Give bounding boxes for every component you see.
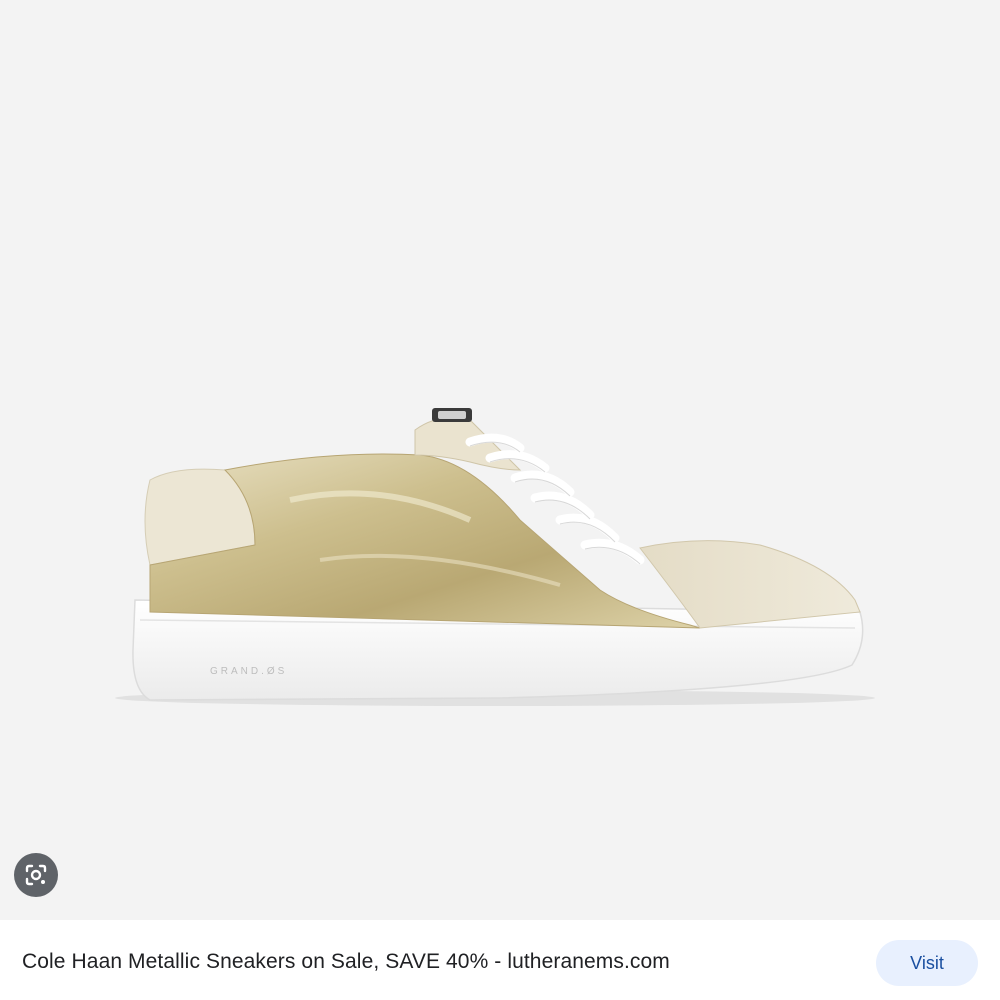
result-caption-bar: Cole Haan Metallic Sneakers on Sale, SAV…	[0, 920, 1000, 1000]
sole-brand-mark: GRAND.ØS	[210, 666, 287, 677]
result-caption[interactable]: Cole Haan Metallic Sneakers on Sale, SAV…	[22, 950, 670, 974]
product-image[interactable]: GRAND.ØS	[0, 0, 1000, 920]
visit-button[interactable]: Visit	[876, 940, 978, 986]
lens-icon	[25, 864, 47, 886]
image-viewer: GRAND.ØS	[0, 0, 1000, 920]
lens-button[interactable]	[14, 853, 58, 897]
